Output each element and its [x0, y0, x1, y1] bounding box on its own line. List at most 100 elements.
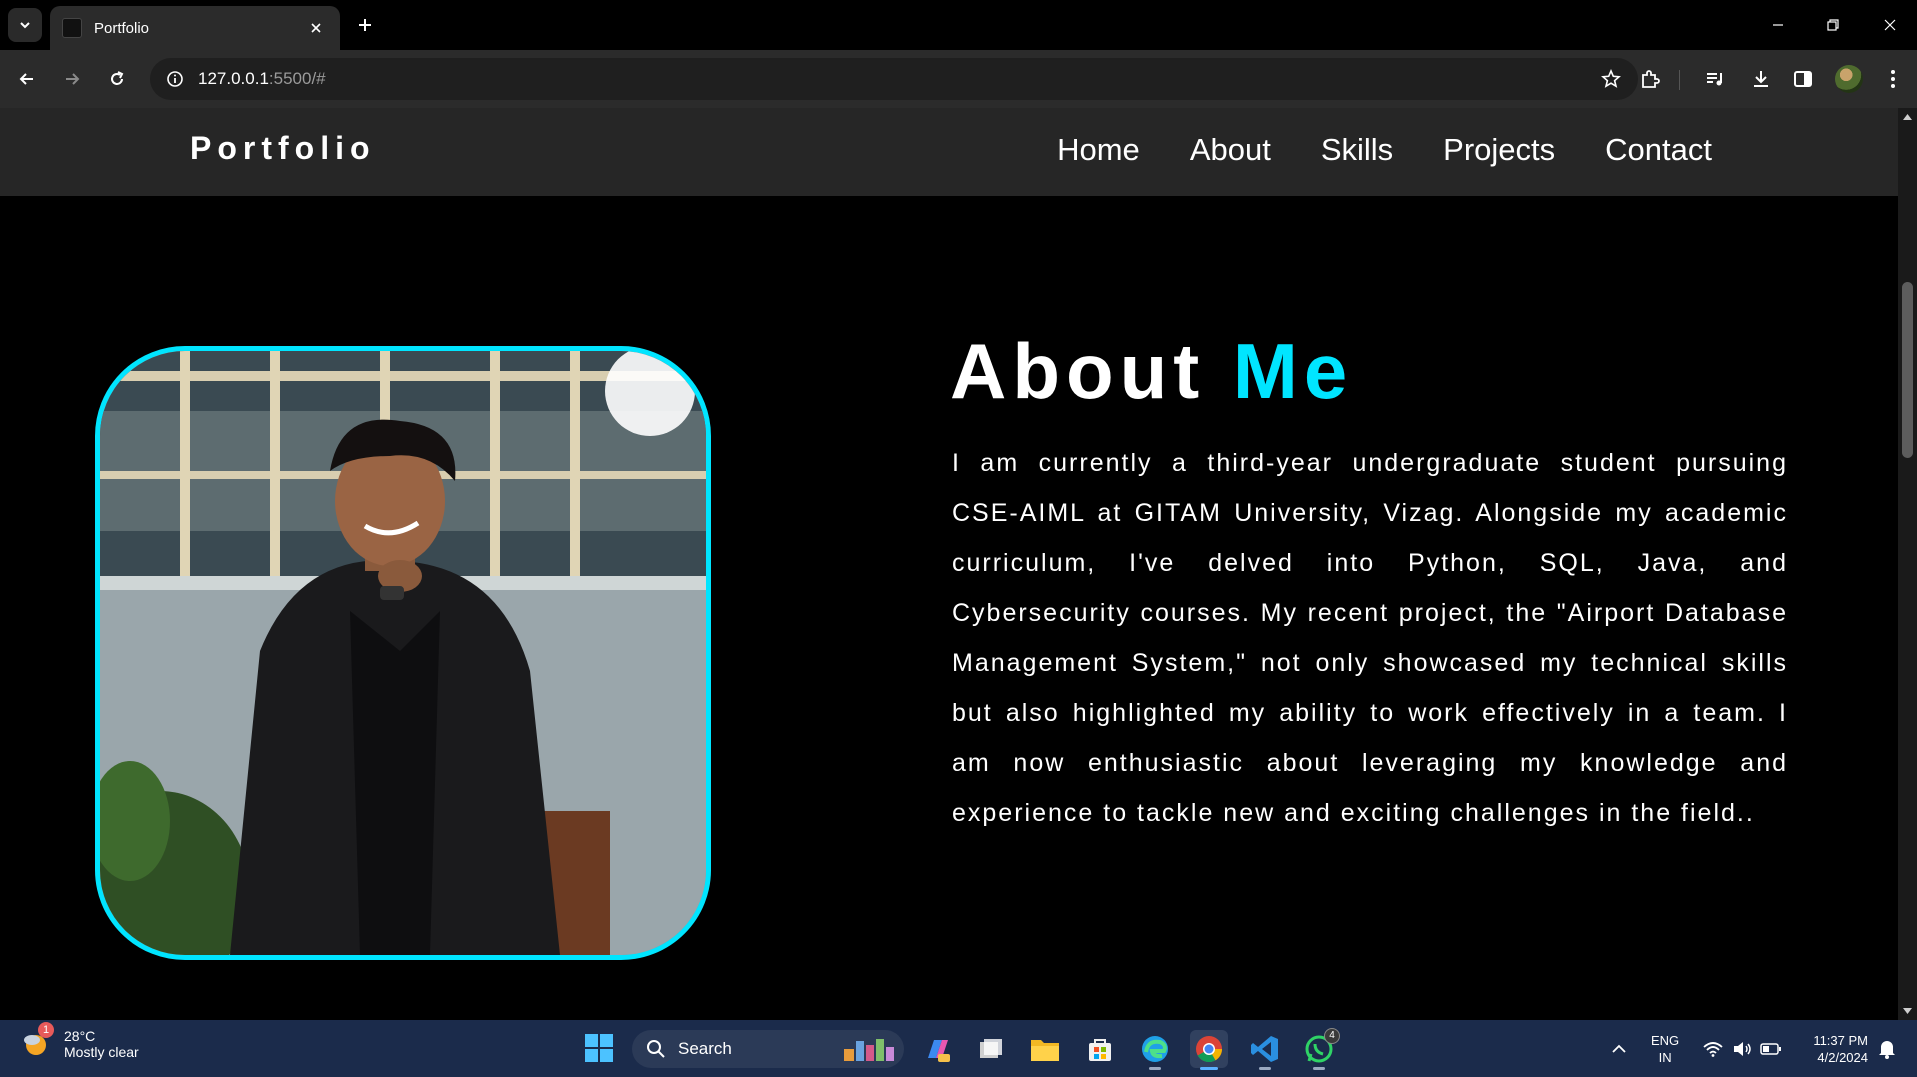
- start-button[interactable]: [584, 1033, 614, 1063]
- triangle-up-icon: [1903, 114, 1912, 120]
- taskbar-chrome[interactable]: [1190, 1030, 1228, 1070]
- profile-photo-image: [100, 351, 706, 955]
- triangle-down-icon: [1903, 1008, 1912, 1014]
- profile-avatar[interactable]: [1835, 65, 1863, 93]
- chevron-up-icon: [1612, 1044, 1626, 1053]
- about-heading-word: About: [950, 327, 1206, 415]
- wifi-icon: [1703, 1042, 1723, 1057]
- whatsapp-badge: 4: [1324, 1028, 1340, 1044]
- taskbar-search[interactable]: Search: [632, 1030, 904, 1068]
- extensions-button[interactable]: [1633, 62, 1667, 96]
- store-icon: [1089, 1039, 1111, 1061]
- site-info-button[interactable]: [162, 66, 188, 92]
- url-path: :5500/#: [268, 69, 326, 88]
- address-bar[interactable]: 127.0.0.1:5500/#: [150, 58, 1638, 100]
- taskbar-vscode[interactable]: [1246, 1030, 1284, 1070]
- taskbar-store[interactable]: [1081, 1030, 1119, 1068]
- bell-icon: [1879, 1041, 1895, 1059]
- star-icon: [1601, 69, 1621, 88]
- running-indicator: [1313, 1067, 1325, 1070]
- profile-photo: [95, 346, 711, 960]
- restore-icon: [1827, 19, 1839, 31]
- browser-menu-button[interactable]: [1876, 62, 1910, 96]
- vscode-icon: [1251, 1036, 1278, 1062]
- taskbar-edge[interactable]: [1136, 1030, 1174, 1070]
- close-icon: [1884, 19, 1896, 31]
- site-logo[interactable]: Portfolio: [190, 130, 376, 167]
- weather-widget[interactable]: 1 28°C Mostly clear: [22, 1022, 139, 1060]
- windows-taskbar: 1 28°C Mostly clear Search 4 ENG IN 11:3…: [0, 1020, 1917, 1077]
- music-queue-icon: [1707, 73, 1722, 86]
- close-window-button[interactable]: [1870, 8, 1910, 42]
- arrow-right-icon: [66, 73, 80, 85]
- copilot-icon: [928, 1040, 950, 1062]
- edge-icon: [1142, 1036, 1168, 1062]
- back-button[interactable]: [10, 62, 44, 96]
- folder-icon: [1031, 1040, 1059, 1061]
- scroll-down-arrow[interactable]: [1902, 1005, 1913, 1017]
- about-heading: About Me: [950, 326, 1353, 417]
- site-navbar: Portfolio Home About Skills Projects Con…: [0, 108, 1898, 196]
- puzzle-icon: [1642, 70, 1660, 88]
- nav-link-contact[interactable]: Contact: [1605, 132, 1712, 168]
- chevron-down-icon: [20, 22, 30, 29]
- taskbar-task-view[interactable]: [972, 1030, 1010, 1068]
- nav-links: Home About Skills Projects Contact: [1057, 132, 1712, 168]
- close-icon: [311, 23, 321, 33]
- arrow-left-icon: [19, 73, 33, 85]
- taskbar-whatsapp[interactable]: 4: [1300, 1028, 1340, 1070]
- running-indicator: [1149, 1067, 1161, 1070]
- running-indicator: [1259, 1067, 1271, 1070]
- more-vertical-icon: [1891, 70, 1895, 88]
- search-icon: [647, 1040, 665, 1058]
- downloads-button[interactable]: [1744, 62, 1778, 96]
- notifications-button[interactable]: [1876, 1038, 1898, 1060]
- weather-temp: 28°C: [64, 1028, 96, 1044]
- chrome-icon: [1196, 1036, 1223, 1063]
- bookmark-star-button[interactable]: [1598, 66, 1624, 92]
- download-icon: [1754, 71, 1768, 87]
- search-highlight-icon: [844, 1039, 894, 1061]
- clock-time: 11:37 PM: [1813, 1033, 1868, 1048]
- reload-button[interactable]: [100, 62, 134, 96]
- weather-icon: 1: [22, 1022, 54, 1060]
- weather-desc: Mostly clear: [64, 1044, 139, 1060]
- forward-button[interactable]: [55, 62, 89, 96]
- taskbar-file-explorer[interactable]: [1026, 1030, 1064, 1068]
- windows-logo-icon: [585, 1034, 613, 1062]
- side-panel-icon: [1794, 71, 1812, 87]
- about-heading-accent: Me: [1232, 327, 1354, 415]
- weather-badge: 1: [38, 1022, 54, 1038]
- system-clock[interactable]: 11:37 PM 4/2/2024: [1798, 1032, 1868, 1066]
- taskbar-copilot[interactable]: [918, 1030, 956, 1068]
- page-viewport: Portfolio Home About Skills Projects Con…: [0, 108, 1898, 1020]
- side-panel-button[interactable]: [1786, 62, 1820, 96]
- reload-icon: [111, 71, 124, 85]
- nav-link-skills[interactable]: Skills: [1321, 132, 1393, 168]
- tray-overflow-button[interactable]: [1608, 1038, 1630, 1060]
- nav-link-home[interactable]: Home: [1057, 132, 1140, 168]
- url-host: 127.0.0.1: [198, 69, 269, 88]
- tab-search-button[interactable]: [8, 8, 42, 42]
- scrollbar-thumb[interactable]: [1902, 282, 1913, 458]
- tab-close-button[interactable]: [304, 16, 328, 40]
- new-tab-button[interactable]: [352, 12, 378, 38]
- battery-button[interactable]: [1760, 1038, 1782, 1060]
- page-scrollbar[interactable]: [1898, 108, 1917, 1020]
- battery-icon: [1760, 1043, 1781, 1055]
- volume-button[interactable]: [1731, 1038, 1753, 1060]
- minimize-button[interactable]: [1758, 8, 1798, 42]
- media-controls-button[interactable]: [1698, 62, 1732, 96]
- browser-tab[interactable]: Portfolio: [50, 6, 340, 50]
- nav-link-about[interactable]: About: [1190, 132, 1271, 168]
- scroll-up-arrow[interactable]: [1902, 111, 1913, 123]
- wifi-button[interactable]: [1702, 1038, 1724, 1060]
- restore-button[interactable]: [1813, 8, 1853, 42]
- language-indicator[interactable]: ENG IN: [1651, 1032, 1679, 1066]
- minimize-icon: [1773, 24, 1783, 26]
- nav-link-projects[interactable]: Projects: [1443, 132, 1555, 168]
- info-icon: [167, 71, 183, 87]
- tab-title: Portfolio: [94, 19, 150, 37]
- language-region: IN: [1658, 1050, 1672, 1065]
- running-indicator: [1200, 1067, 1218, 1070]
